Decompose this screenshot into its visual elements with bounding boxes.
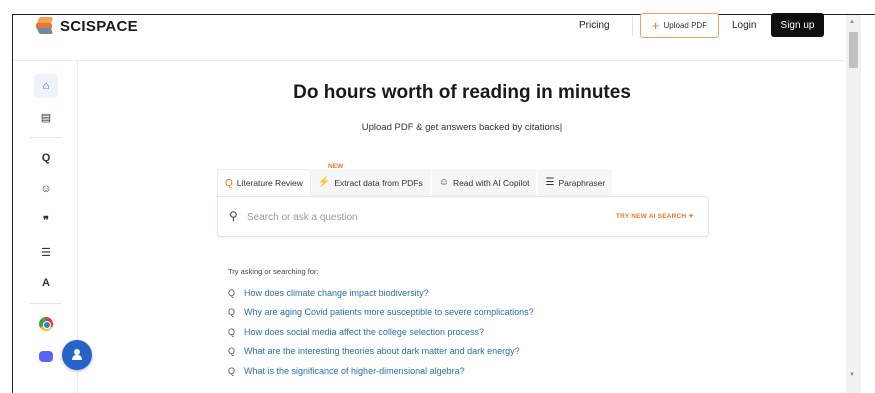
suggestions-list: Q How does climate change impact biodive…: [228, 283, 748, 381]
scroll-thumb[interactable]: [849, 32, 858, 68]
list-icon: ☰: [41, 246, 51, 259]
logo-text: SCISPACE: [60, 17, 138, 35]
sidebar-item-chrome[interactable]: [34, 312, 58, 336]
book-icon: ▤: [40, 111, 52, 124]
search-icon: Q: [228, 326, 236, 337]
bolt-icon: ⚡: [317, 177, 331, 188]
sidebar-item-home[interactable]: ⌂: [34, 74, 58, 98]
tab-label: Literature Review: [236, 178, 303, 188]
suggestion-text: How does social media affect the college…: [244, 326, 484, 337]
suggestion-item[interactable]: Q How does climate change impact biodive…: [228, 283, 748, 303]
logo-icon: [36, 17, 54, 35]
suggestion-text: How does climate change impact biodivers…: [244, 287, 429, 298]
page-subtitle: Upload PDF & get answers backed by citat…: [361, 122, 563, 133]
list-icon: ☰: [545, 177, 555, 188]
search-box: ⚲ TRY NEW AI SEARCH ✦: [217, 196, 709, 237]
tab-extract-data[interactable]: ⚡ Extract data from PDFs: [310, 169, 432, 196]
sidebar-item-library[interactable]: ▤: [34, 105, 58, 129]
nav-divider: [632, 16, 633, 36]
tab-read-with-ai-copilot[interactable]: ☺ Read with AI Copilot: [431, 169, 539, 196]
search-input[interactable]: [247, 207, 587, 227]
search-icon: Q: [225, 177, 233, 189]
tab-label: Extract data from PDFs: [334, 177, 423, 188]
logo[interactable]: SCISPACE: [36, 17, 138, 35]
tab-paraphraser[interactable]: ☰ Paraphraser: [538, 169, 615, 196]
suggestion-item[interactable]: Q What is the significance of higher-dim…: [228, 361, 748, 381]
try-ai-search-link[interactable]: TRY NEW AI SEARCH ✦: [616, 212, 694, 220]
sidebar-item-chat[interactable]: ☺: [34, 177, 58, 201]
sidebar-divider: [30, 303, 62, 304]
quote-icon: ❞: [43, 214, 49, 227]
sidebar-item-paraphraser[interactable]: ☰: [34, 240, 58, 264]
tab-label: Read with AI Copilot: [452, 177, 530, 188]
suggestions-label: Try asking or searching for:: [228, 267, 319, 276]
chat-icon: ☺: [438, 177, 449, 188]
sidebar-divider: [30, 137, 62, 138]
sidebar-item-search[interactable]: Q: [34, 146, 58, 170]
scroll-down-icon[interactable]: ▼: [849, 372, 855, 378]
person-icon: [72, 349, 82, 361]
page-title: Do hours worth of reading in minutes: [293, 82, 631, 103]
window-border-top: [12, 14, 875, 15]
tool-tabs: Q Literature Review ⚡ Extract data from …: [217, 169, 615, 196]
search-icon: Q: [41, 152, 51, 164]
suggestion-text: Why are aging Covid patients more suscep…: [244, 307, 534, 318]
sidebar-item-ai-detector[interactable]: A: [34, 271, 58, 295]
suggestion-item[interactable]: Q Why are aging Covid patients more susc…: [228, 303, 748, 323]
sidebar-item-citation[interactable]: ❞: [34, 208, 58, 232]
upload-pdf-label: Upload PDF: [663, 21, 708, 30]
pricing-link[interactable]: Pricing: [579, 20, 610, 31]
tab-label: Paraphraser: [558, 177, 606, 188]
chat-icon: ☺: [40, 183, 52, 195]
search-icon: ⚲: [229, 209, 238, 223]
home-icon: ⌂: [42, 80, 50, 92]
support-chat-button[interactable]: [62, 340, 92, 370]
suggestion-text: What is the significance of higher-dimen…: [244, 365, 465, 376]
tab-literature-review[interactable]: Q Literature Review: [217, 169, 311, 196]
search-icon: Q: [228, 287, 236, 298]
header-divider: [13, 60, 845, 61]
plus-icon: +: [651, 18, 660, 33]
upload-pdf-button[interactable]: + Upload PDF: [640, 13, 719, 38]
scrollbar[interactable]: ▲ ▼: [846, 15, 861, 393]
login-link[interactable]: Login: [732, 20, 756, 31]
search-icon: Q: [228, 307, 236, 318]
discord-icon: [39, 350, 53, 362]
chrome-icon: [39, 317, 53, 331]
signup-button[interactable]: Sign up: [771, 13, 824, 37]
suggestion-item[interactable]: Q What are the interesting theories abou…: [228, 342, 748, 362]
scroll-up-icon[interactable]: ▲: [849, 19, 855, 25]
suggestion-item[interactable]: Q How does social media affect the colle…: [228, 322, 748, 342]
search-icon: Q: [228, 365, 236, 376]
text-style-icon: A: [42, 277, 50, 289]
search-icon: Q: [228, 346, 236, 357]
suggestion-text: What are the interesting theories about …: [244, 346, 520, 357]
window-top-bar: [0, 0, 875, 14]
sidebar-item-discord[interactable]: [34, 344, 58, 368]
